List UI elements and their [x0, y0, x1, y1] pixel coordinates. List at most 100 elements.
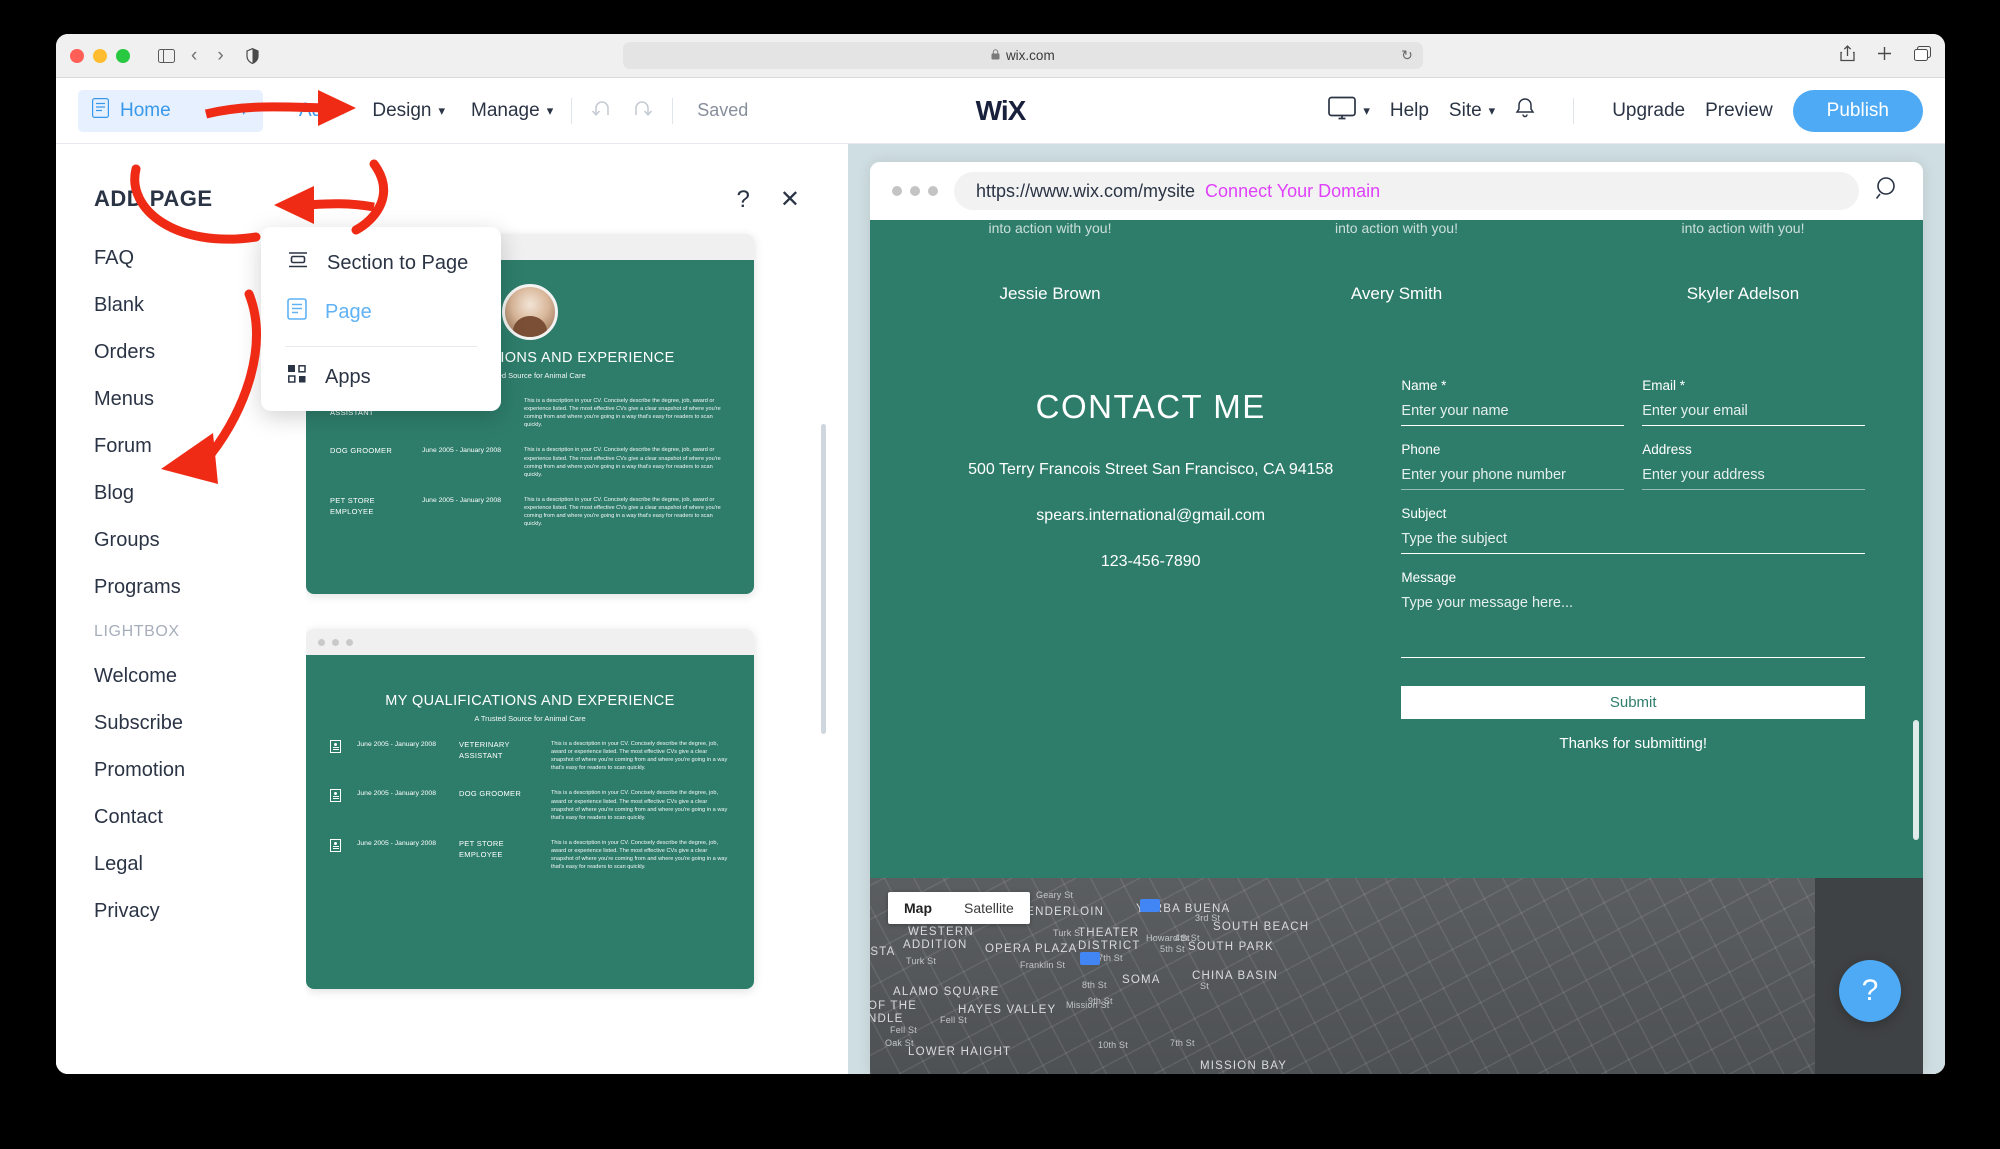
- message-field-placeholder: Type your message here...: [1401, 595, 1574, 611]
- chevron-down-icon: ▾: [438, 103, 446, 118]
- preview-button[interactable]: Preview: [1705, 100, 1773, 122]
- search-icon[interactable]: [1875, 175, 1901, 207]
- address-field[interactable]: Address Enter your address: [1642, 442, 1865, 490]
- thumbnail-experience-row: PET STORE EMPLOYEE June 2005 - January 20…: [330, 496, 730, 528]
- add-menu-item-section-to-page[interactable]: Section to Page: [261, 239, 501, 287]
- experience-description: This is a description in your CV. Concis…: [524, 496, 721, 528]
- sidebar-toggle-icon[interactable]: [158, 48, 175, 63]
- category-item-welcome[interactable]: Welcome: [94, 652, 306, 699]
- team-tagline-row: into action with you! into action with y…: [870, 220, 1923, 236]
- site-dot: [910, 186, 920, 196]
- thumbnail-dot: [332, 638, 339, 646]
- close-icon[interactable]: ✕: [780, 188, 800, 212]
- experience-description: This is a description in your CV. Concis…: [551, 741, 728, 772]
- add-menu-item-page[interactable]: Page: [261, 287, 501, 337]
- section-icon: [287, 250, 309, 276]
- category-item-blog[interactable]: Blog: [94, 469, 306, 516]
- experience-description: This is a description in your CV. Concis…: [551, 839, 728, 871]
- phone-field[interactable]: Phone Enter your phone number: [1401, 442, 1625, 490]
- reload-button[interactable]: ↻: [1401, 47, 1413, 64]
- category-item-subscribe[interactable]: Subscribe: [94, 699, 306, 746]
- map-label: Franklin St: [1020, 960, 1066, 970]
- avatar: [502, 284, 558, 340]
- minimize-window-button[interactable]: [93, 48, 107, 63]
- category-item-forum[interactable]: Forum: [94, 422, 306, 469]
- experience-dates: June 2005 - January 2008: [422, 496, 501, 504]
- map-label: WESTERN: [908, 926, 974, 938]
- browser-window: ‹ › wix.com ↻ Home ▾ Add ▾ Design ▾ Mana…: [56, 34, 1945, 1074]
- map-label: Fell St: [890, 1025, 917, 1035]
- map-type-map[interactable]: Map: [888, 892, 948, 924]
- experience-dates: June 2005 - January 2008: [357, 839, 436, 847]
- toolbar-divider: [571, 97, 573, 124]
- contact-section: CONTACT ME 500 Terry Francois Street San…: [870, 304, 1923, 752]
- tabs-overview-icon[interactable]: [1914, 45, 1931, 66]
- menu-manage[interactable]: Manage ▾: [471, 100, 553, 122]
- window-traffic-lights[interactable]: [70, 48, 130, 63]
- share-icon[interactable]: [1840, 44, 1855, 67]
- category-item-legal[interactable]: Legal: [94, 840, 306, 887]
- editor-stage: https://www.wix.com/mysite Connect Your …: [848, 144, 1945, 1074]
- map-label: Mission St: [1066, 1000, 1110, 1010]
- toolbar-divider: [1573, 97, 1575, 124]
- back-button[interactable]: ‹: [191, 45, 197, 67]
- experience-role: DOG GROOMER: [459, 789, 522, 799]
- email-field[interactable]: Email * Enter your email: [1642, 378, 1865, 426]
- map-type-toggle[interactable]: Map Satellite: [888, 892, 1030, 924]
- map-label: HAYES VALLEY: [958, 1004, 1057, 1016]
- map-label: ISTA: [870, 946, 896, 958]
- message-field[interactable]: Message Type your message here...: [1401, 570, 1865, 658]
- name-field[interactable]: Name * Enter your name: [1401, 378, 1625, 426]
- panel-help-icon[interactable]: ?: [737, 188, 750, 212]
- menu-design[interactable]: Design ▾: [372, 100, 445, 122]
- site-menu[interactable]: Site ▾: [1449, 100, 1495, 122]
- team-tagline: into action with you!: [1681, 220, 1805, 236]
- map-label: Geary St: [1036, 890, 1074, 900]
- category-item-programs[interactable]: Programs: [94, 563, 306, 610]
- page-title: ADD PAGE: [94, 186, 213, 211]
- device-selector[interactable]: ▾: [1328, 96, 1370, 126]
- undo-icon[interactable]: [590, 98, 616, 123]
- map-label: 7th St: [1170, 1038, 1195, 1048]
- shield-icon[interactable]: [246, 47, 259, 64]
- map-label: OPERA PLAZA: [985, 943, 1078, 955]
- site-url-field[interactable]: https://www.wix.com/mysite Connect Your …: [954, 172, 1859, 210]
- google-map[interactable]: TENDERLOIN YERBA BUENA SOUTH BEACH THEATER D…: [870, 878, 1923, 1074]
- experience-description: This is a description in your CV. Concis…: [524, 398, 721, 429]
- chevron-down-icon: ▾: [1488, 103, 1496, 118]
- bell-icon[interactable]: [1515, 97, 1535, 124]
- add-menu-item-apps[interactable]: Apps: [261, 353, 501, 401]
- publish-button[interactable]: Publish: [1792, 89, 1923, 132]
- apps-grid-icon: [287, 364, 307, 390]
- menu-add[interactable]: Add ▾: [299, 100, 346, 122]
- map-type-satellite[interactable]: Satellite: [948, 892, 1030, 924]
- redo-icon[interactable]: [628, 98, 654, 123]
- category-item-groups[interactable]: Groups: [94, 516, 306, 563]
- map-label: MISSION BAY: [1200, 1060, 1288, 1072]
- map-label: SOUTH PARK: [1188, 941, 1274, 953]
- maximize-window-button[interactable]: [116, 48, 130, 63]
- panel-scrollbar[interactable]: [821, 424, 826, 734]
- chevron-down-icon: ▾: [339, 103, 347, 118]
- toolbar-divider: [672, 97, 674, 124]
- category-item-contact[interactable]: Contact: [94, 793, 306, 840]
- form-thanks-message: Thanks for submitting!: [1559, 735, 1707, 752]
- subject-field[interactable]: Subject Type the subject: [1401, 506, 1865, 554]
- current-page-selector[interactable]: Home ▾: [78, 89, 263, 132]
- site-scrollbar[interactable]: [1913, 720, 1919, 840]
- submit-button[interactable]: Submit: [1401, 686, 1865, 719]
- map-label: Turk St: [1053, 928, 1084, 938]
- close-window-button[interactable]: [70, 48, 84, 63]
- help-fab-button[interactable]: ?: [1839, 960, 1901, 1022]
- new-tab-button[interactable]: [1877, 46, 1892, 66]
- map-label: 8th St: [1082, 980, 1107, 990]
- experience-dates: June 2005 - January 2008: [357, 790, 436, 798]
- help-menu[interactable]: Help: [1390, 100, 1429, 122]
- connect-domain-link[interactable]: Connect Your Domain: [1205, 181, 1380, 202]
- address-bar[interactable]: wix.com ↻: [622, 42, 1423, 69]
- browser-chrome: ‹ › wix.com ↻: [56, 34, 1945, 78]
- category-item-privacy[interactable]: Privacy: [94, 887, 306, 934]
- category-item-promotion[interactable]: Promotion: [94, 746, 306, 793]
- upgrade-button[interactable]: Upgrade: [1612, 100, 1685, 122]
- page-template-thumbnail[interactable]: MY QUALIFICATIONS AND EXPERIENCE A Truste…: [306, 629, 754, 989]
